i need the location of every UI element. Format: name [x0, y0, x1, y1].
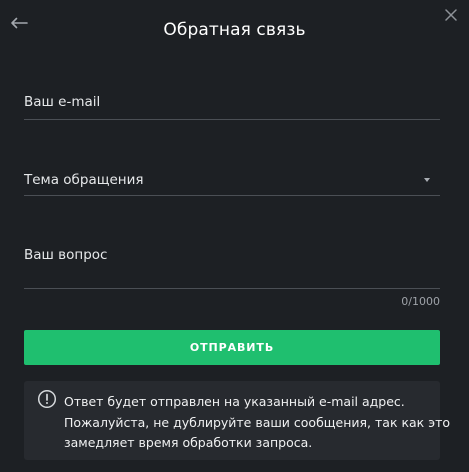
character-counter: 0/1000	[401, 295, 440, 308]
notice-line: Пожалуйста, не дублируйте ваши сообщения…	[64, 414, 450, 430]
topic-select-label: Тема обращения	[24, 172, 144, 188]
submit-button[interactable]: ОТПРАВИТЬ	[24, 330, 440, 365]
close-icon	[445, 9, 457, 21]
notice-line: замедляет время обработки запроса.	[64, 435, 313, 450]
email-field[interactable]: Ваш e-mail	[24, 94, 440, 120]
question-textarea-label: Ваш вопрос	[24, 247, 108, 263]
question-textarea[interactable]: Ваш вопрос	[24, 247, 440, 289]
feedback-modal: Обратная связь Ваш e-mail Тема обращения…	[0, 0, 469, 472]
caret-down-icon[interactable]	[424, 178, 430, 182]
notice-text: Ответ будет отправлен на указанный e-mai…	[64, 392, 450, 454]
close-button[interactable]	[442, 6, 460, 24]
info-icon	[37, 389, 57, 409]
email-field-label: Ваш e-mail	[24, 94, 101, 110]
notice-line: Ответ будет отправлен на указанный e-mai…	[64, 394, 405, 409]
info-notice: Ответ будет отправлен на указанный e-mai…	[24, 381, 450, 460]
modal-title: Обратная связь	[163, 20, 306, 40]
topic-select[interactable]: Тема обращения	[24, 172, 440, 196]
